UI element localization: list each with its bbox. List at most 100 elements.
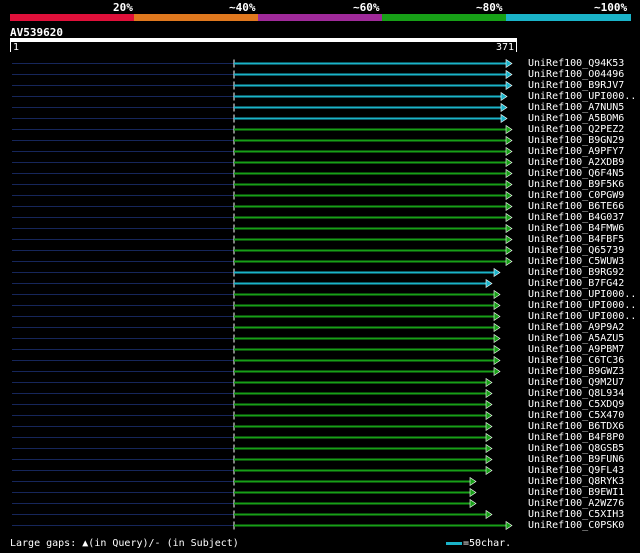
hit-label[interactable]: UniRef100_A7NUN5 <box>528 102 624 113</box>
hit-label[interactable]: UniRef100_B9RG92 <box>528 267 624 278</box>
hit-arrow-icon <box>505 146 513 157</box>
hit-row <box>12 465 493 476</box>
hit-arrow-icon <box>485 377 493 388</box>
hit-arrow-icon <box>485 278 493 289</box>
hit-label[interactable]: UniRef100_B4FBF5 <box>528 234 624 245</box>
legend-line-icon <box>446 541 462 545</box>
hit-row <box>12 509 493 520</box>
hit-arrow-icon <box>493 333 501 344</box>
hit-label[interactable]: UniRef100_Q9M2U7 <box>528 377 624 388</box>
hit-label[interactable]: UniRef100_C5WUW3 <box>528 256 624 267</box>
hit-label[interactable]: UniRef100_C5XIH3 <box>528 509 624 520</box>
hit-row <box>12 245 513 256</box>
hit-row <box>12 201 513 212</box>
hit-label[interactable]: UniRef100_UPI000.. <box>528 289 636 300</box>
hit-arrow-icon <box>493 355 501 366</box>
hit-arrow-icon <box>505 256 513 267</box>
hit-label[interactable]: UniRef100_UPI000.. <box>528 91 636 102</box>
hit-arrow-icon <box>485 432 493 443</box>
hit-label[interactable]: UniRef100_A5BOM6 <box>528 113 624 124</box>
hit-row <box>12 113 508 124</box>
hit-row <box>12 322 501 333</box>
hit-row <box>12 234 513 245</box>
hit-label[interactable]: UniRef100_A5AZU5 <box>528 333 624 344</box>
hit-arrow-icon <box>505 201 513 212</box>
hit-arrow-icon <box>485 399 493 410</box>
hit-label[interactable]: UniRef100_A9PBM7 <box>528 344 624 355</box>
hit-label[interactable]: UniRef100_B4F8P0 <box>528 432 624 443</box>
hit-arrow-icon <box>505 80 513 91</box>
hit-label[interactable]: UniRef100_A9PFY7 <box>528 146 624 157</box>
hit-label[interactable]: UniRef100_B9FUN6 <box>528 454 624 465</box>
hit-label[interactable]: UniRef100_C5X470 <box>528 410 624 421</box>
hit-label[interactable]: UniRef100_B9RJV7 <box>528 80 624 91</box>
hit-label[interactable]: UniRef100_B6TE66 <box>528 201 624 212</box>
hit-row <box>12 168 513 179</box>
hit-row <box>12 223 513 234</box>
hit-arrow-icon <box>493 267 501 278</box>
hit-row <box>12 355 501 366</box>
hit-arrow-icon <box>505 124 513 135</box>
hit-row <box>12 58 513 69</box>
hit-label[interactable]: UniRef100_UPI000.. <box>528 300 636 311</box>
scale-legend: =50char. <box>446 538 511 549</box>
hit-label[interactable]: UniRef100_B4FMW6 <box>528 223 624 234</box>
hit-row <box>12 421 493 432</box>
hit-label[interactable]: UniRef100_B9EWI1 <box>528 487 624 498</box>
hit-label[interactable]: UniRef100_Q8GSB5 <box>528 443 624 454</box>
hit-label[interactable]: UniRef100_C0PGW9 <box>528 190 624 201</box>
hit-arrow-icon <box>505 168 513 179</box>
hit-label[interactable]: UniRef100_Q94K53 <box>528 58 624 69</box>
hit-row <box>12 498 477 509</box>
hit-arrow-icon <box>505 223 513 234</box>
hit-row <box>12 487 477 498</box>
hit-arrow-icon <box>505 69 513 80</box>
hit-row <box>12 146 513 157</box>
hit-row <box>12 69 513 80</box>
hit-label[interactable]: UniRef100_B7FG42 <box>528 278 624 289</box>
gaps-subject-text: - (in Subject) <box>154 538 239 549</box>
hit-label[interactable]: UniRef100_C5XDQ9 <box>528 399 624 410</box>
hit-row <box>12 476 477 487</box>
hit-label[interactable]: UniRef100_B9GN29 <box>528 135 624 146</box>
hit-arrow-icon <box>493 366 501 377</box>
hit-label[interactable]: UniRef100_Q2PEZ2 <box>528 124 624 135</box>
hit-arrow-icon <box>505 179 513 190</box>
hit-arrow-icon <box>493 344 501 355</box>
hit-label[interactable]: UniRef100_B4G037 <box>528 212 624 223</box>
hit-label[interactable]: UniRef100_UPI000.. <box>528 311 636 322</box>
hit-label[interactable]: UniRef100_Q65739 <box>528 245 624 256</box>
hit-row <box>12 289 501 300</box>
hit-label[interactable]: UniRef100_Q9FL43 <box>528 465 624 476</box>
gaps-prefix: Large gaps: <box>10 538 77 549</box>
hit-row <box>12 311 501 322</box>
hit-arrow-icon <box>469 487 477 498</box>
legend-text: =50char. <box>463 538 512 549</box>
hit-label[interactable]: UniRef100_B9GWZ3 <box>528 366 624 377</box>
hit-arrow-icon <box>500 113 508 124</box>
hit-arrow-icon <box>493 300 501 311</box>
hit-label[interactable]: UniRef100_C6TC36 <box>528 355 624 366</box>
hit-label[interactable]: UniRef100_A2WZ76 <box>528 498 624 509</box>
hit-arrow-icon <box>505 212 513 223</box>
hit-arrow-icon <box>485 454 493 465</box>
hit-label[interactable]: UniRef100_Q8RYK3 <box>528 476 624 487</box>
hit-row <box>12 212 513 223</box>
hit-label[interactable]: UniRef100_O04496 <box>528 69 624 80</box>
hit-row <box>12 80 513 91</box>
hit-row <box>12 267 501 278</box>
hit-label[interactable]: UniRef100_C0PSK0 <box>528 520 624 531</box>
hit-label[interactable]: UniRef100_Q8L934 <box>528 388 624 399</box>
hit-arrow-icon <box>485 388 493 399</box>
hit-row <box>12 377 493 388</box>
hit-label[interactable]: UniRef100_Q6F4N5 <box>528 168 624 179</box>
hit-arrow-icon <box>505 58 513 69</box>
hit-arrow-icon <box>505 520 513 531</box>
hit-arrow-icon <box>500 102 508 113</box>
hit-label[interactable]: UniRef100_A9P9A2 <box>528 322 624 333</box>
hit-label[interactable]: UniRef100_A2XDB9 <box>528 157 624 168</box>
hit-label[interactable]: UniRef100_B6TDX6 <box>528 421 624 432</box>
hit-arrow-icon <box>485 443 493 454</box>
hit-row <box>12 333 501 344</box>
hit-label[interactable]: UniRef100_B9F5K6 <box>528 179 624 190</box>
